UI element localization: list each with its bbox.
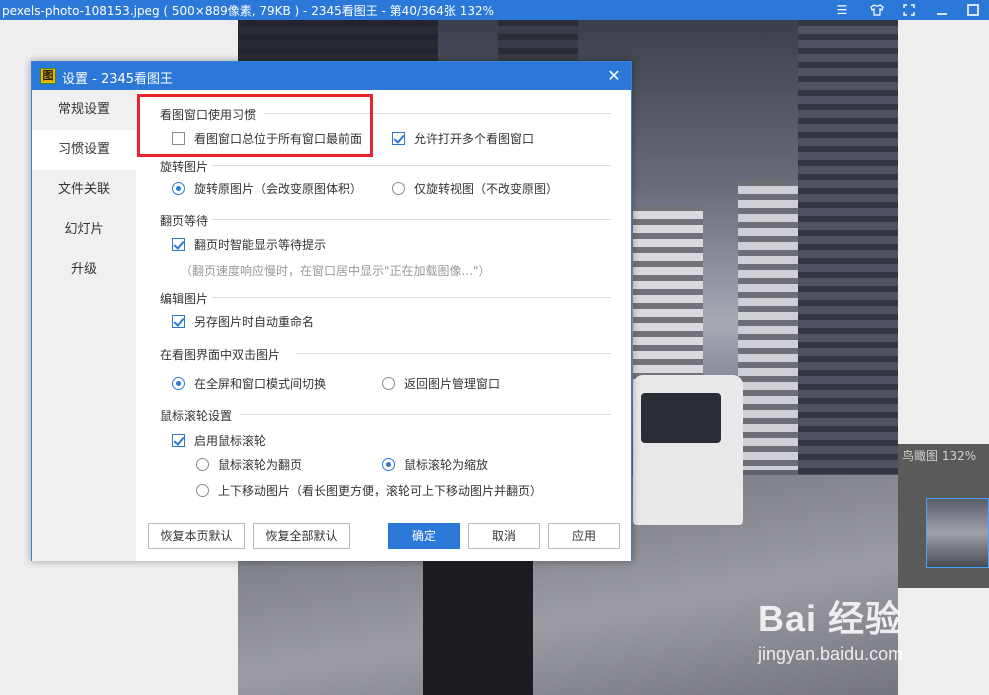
- auto-rename-checkbox[interactable]: 另存图片时自动重命名: [172, 313, 314, 330]
- app-title: pexels-photo-108153.jpeg ( 500×889像素, 79…: [2, 4, 495, 18]
- settings-sidebar: 常规设置 习惯设置 文件关联 幻灯片 升级: [32, 90, 136, 561]
- skin-icon[interactable]: [866, 0, 888, 20]
- section-title-edit: 编辑图片: [160, 292, 209, 306]
- building-mid: [633, 205, 703, 395]
- auto-rename-label: 另存图片时自动重命名: [194, 315, 315, 329]
- person-silhouette: [423, 540, 533, 695]
- section-divider: [212, 297, 611, 298]
- app-titlebar: pexels-photo-108153.jpeg ( 500×889像素, 79…: [0, 0, 989, 20]
- close-icon[interactable]: ✕: [604, 66, 624, 86]
- dialog-title: 设置 - 2345看图王: [62, 72, 174, 87]
- baidu-watermark: Bai 经验 jingyan.baidu.com: [758, 590, 903, 665]
- cancel-button[interactable]: 取消: [468, 523, 540, 549]
- highlight-annotation: [137, 94, 373, 157]
- fullscreen-icon[interactable]: [898, 0, 920, 20]
- maximize-icon[interactable]: [962, 0, 984, 20]
- birdseye-label: 鸟瞰图 132%: [902, 449, 977, 463]
- watermark-brand: Bai 经验: [758, 598, 903, 639]
- rotate-view-label: 仅旋转视图（不改变原图）: [414, 182, 559, 196]
- back-to-manager-label: 返回图片管理窗口: [404, 377, 501, 391]
- wheel-move-radio[interactable]: 上下移动图片（看长图更方便，滚轮可上下移动图片并翻页）: [196, 482, 542, 499]
- minimize-icon[interactable]: [931, 0, 953, 20]
- sidebar-item-file-association[interactable]: 文件关联: [32, 170, 136, 210]
- sidebar-item-slideshow[interactable]: 幻灯片: [32, 210, 136, 250]
- radio-button[interactable]: [196, 484, 209, 497]
- wheel-zoom-label: 鼠标滚轮为缩放: [404, 458, 489, 472]
- section-divider: [296, 353, 611, 354]
- multi-window-checkbox[interactable]: 允许打开多个看图窗口: [392, 130, 534, 147]
- checkbox-box[interactable]: [172, 315, 185, 328]
- section-divider: [212, 165, 611, 166]
- checkbox-box[interactable]: [172, 238, 185, 251]
- menu-icon[interactable]: ☰: [831, 0, 853, 20]
- smart-wait-label: 翻页时智能显示等待提示: [194, 238, 327, 252]
- section-divider: [212, 219, 611, 220]
- rotate-original-radio[interactable]: 旋转原图片（会改变原图体积）: [172, 180, 362, 197]
- ok-button[interactable]: 确定: [388, 523, 460, 549]
- radio-button[interactable]: [382, 458, 395, 471]
- wheel-page-flip-radio[interactable]: 鼠标滚轮为翻页: [196, 456, 302, 473]
- restore-all-default-button[interactable]: 恢复全部默认: [253, 523, 350, 549]
- sidebar-item-upgrade[interactable]: 升级: [32, 250, 136, 290]
- back-to-manager-radio[interactable]: 返回图片管理窗口: [382, 375, 500, 392]
- radio-button[interactable]: [392, 182, 405, 195]
- section-divider: [240, 414, 611, 415]
- settings-content: 看图窗口使用习惯 看图窗口总位于所有窗口最前面 允许打开多个看图窗口 旋转图片 …: [136, 90, 631, 561]
- rotate-view-radio[interactable]: 仅旋转视图（不改变原图）: [392, 180, 558, 197]
- wheel-zoom-radio[interactable]: 鼠标滚轮为缩放: [382, 456, 488, 473]
- birdseye-thumbnail[interactable]: [926, 498, 989, 568]
- dialog-titlebar[interactable]: 图 设置 - 2345看图王 ✕: [32, 62, 631, 90]
- multi-window-label: 允许打开多个看图窗口: [414, 132, 535, 146]
- toggle-fullscreen-radio[interactable]: 在全屏和窗口模式间切换: [172, 375, 326, 392]
- wheel-move-label: 上下移动图片（看长图更方便，滚轮可上下移动图片并翻页）: [218, 484, 543, 498]
- section-title-rotate: 旋转图片: [160, 160, 209, 174]
- apply-button[interactable]: 应用: [548, 523, 620, 549]
- wheel-page-flip-label: 鼠标滚轮为翻页: [218, 458, 303, 472]
- smart-wait-checkbox[interactable]: 翻页时智能显示等待提示: [172, 236, 326, 253]
- checkbox-box[interactable]: [392, 132, 405, 145]
- rotate-original-label: 旋转原图片（会改变原图体积）: [194, 182, 363, 196]
- radio-button[interactable]: [172, 377, 185, 390]
- section-title-wheel: 鼠标滚轮设置: [160, 409, 233, 423]
- watermark-site: jingyan.baidu.com: [758, 644, 904, 664]
- enable-wheel-checkbox[interactable]: 启用鼠标滚轮: [172, 432, 266, 449]
- section-title-page-wait: 翻页等待: [160, 214, 209, 228]
- radio-button[interactable]: [196, 458, 209, 471]
- checkbox-box[interactable]: [172, 434, 185, 447]
- radio-button[interactable]: [172, 182, 185, 195]
- sidebar-item-general[interactable]: 常规设置: [32, 90, 136, 130]
- restore-page-default-button[interactable]: 恢复本页默认: [148, 523, 245, 549]
- building-far-right: [798, 20, 898, 500]
- sidebar-item-habits[interactable]: 习惯设置: [32, 130, 136, 170]
- birdseye-panel[interactable]: 鸟瞰图 132%: [898, 444, 989, 588]
- section-title-double-click: 在看图界面中双击图片: [160, 348, 281, 362]
- toggle-fullscreen-label: 在全屏和窗口模式间切换: [194, 377, 327, 391]
- radio-button[interactable]: [382, 377, 395, 390]
- enable-wheel-label: 启用鼠标滚轮: [194, 434, 267, 448]
- page-wait-hint: （翻页速度响应慢时，在窗口居中显示"正在加载图像..."）: [180, 264, 491, 278]
- van: [633, 375, 743, 525]
- app-logo-icon: 图: [40, 68, 56, 84]
